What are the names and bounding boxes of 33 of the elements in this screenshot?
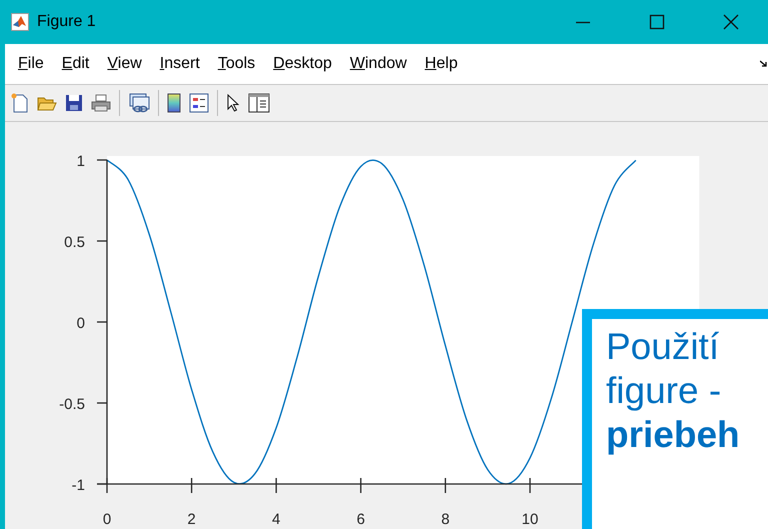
y-tick-label: -0.5 xyxy=(59,396,85,413)
save-icon[interactable] xyxy=(65,94,83,112)
dock-arrow-icon[interactable] xyxy=(760,60,768,68)
print-icon[interactable] xyxy=(91,94,111,112)
menu-item[interactable]: View xyxy=(107,55,142,73)
panel-icon[interactable] xyxy=(248,93,270,113)
menu-item[interactable]: Desktop xyxy=(273,55,332,73)
menu-item[interactable]: Help xyxy=(424,55,458,73)
menu-item[interactable]: Tools xyxy=(218,55,256,73)
maximize-icon[interactable] xyxy=(649,14,665,30)
x-tick-label: 2 xyxy=(187,511,196,528)
x-tick-label: 8 xyxy=(441,511,450,528)
x-tick-label: 4 xyxy=(272,511,280,528)
x-tick-label: 6 xyxy=(356,511,365,528)
app-icon xyxy=(11,13,29,31)
legend-icon[interactable] xyxy=(189,93,209,113)
close-icon[interactable] xyxy=(723,14,739,30)
menu-item[interactable]: Edit xyxy=(62,55,90,73)
new-file-icon[interactable] xyxy=(11,93,29,113)
y-tick-label: 0.5 xyxy=(64,234,85,251)
x-tick-label: 10 xyxy=(522,511,538,528)
y-tick-label: 0 xyxy=(76,315,85,332)
menu-item[interactable]: Insert xyxy=(160,55,200,73)
pointer-icon[interactable] xyxy=(226,93,240,113)
menu-item[interactable]: Window xyxy=(350,55,407,73)
colorbar-icon[interactable] xyxy=(167,93,181,113)
menu-item[interactable]: File xyxy=(18,55,44,73)
y-tick-label: -1 xyxy=(72,477,85,494)
x-tick-label: 0 xyxy=(102,511,112,528)
window-title: Figure 1 xyxy=(37,13,96,31)
callout-text: Použití figure - priebeh xyxy=(606,325,741,457)
y-tick-label: 1 xyxy=(76,153,85,170)
link-icon[interactable] xyxy=(128,93,150,113)
